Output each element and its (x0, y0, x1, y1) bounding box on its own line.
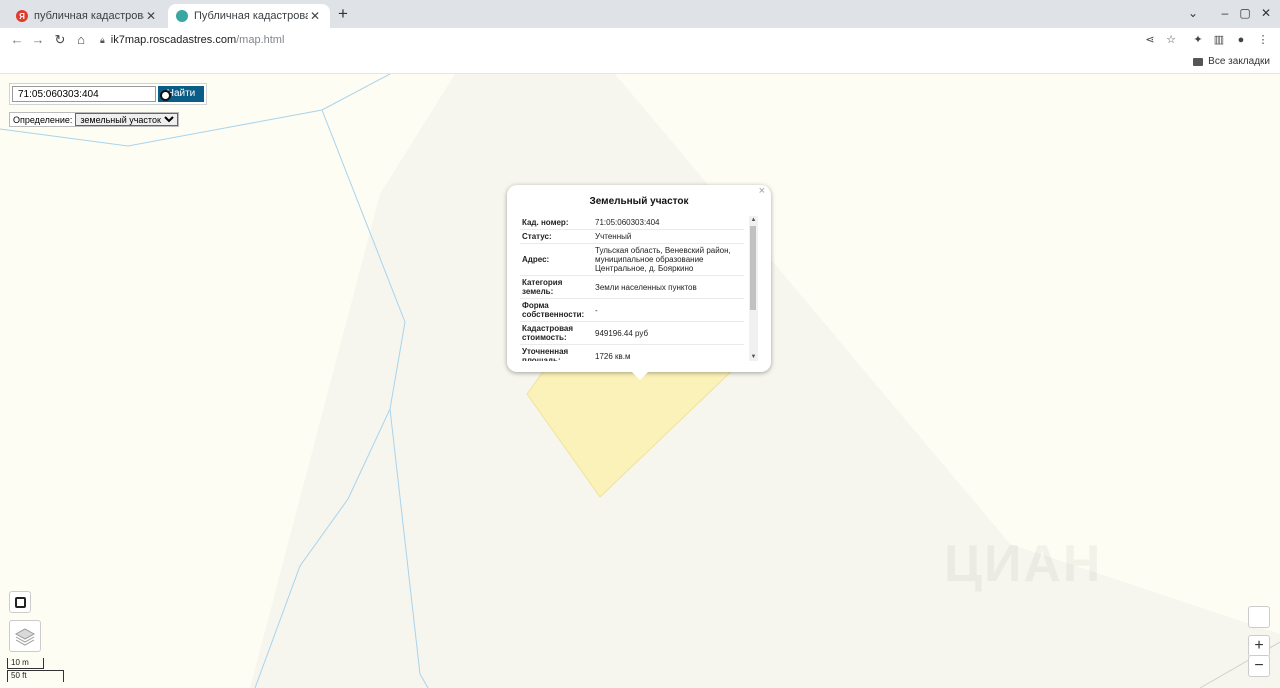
folder-icon (1193, 57, 1204, 66)
minimize-icon[interactable]: – (1215, 4, 1235, 22)
definition-select[interactable]: земельный участок (75, 113, 179, 126)
bookmark-star-icon[interactable]: ☆ (1162, 31, 1180, 49)
url-path: /map.html (236, 34, 285, 46)
scale-bar-metric: 10 m (7, 658, 44, 669)
row-key: Статус: (520, 229, 593, 244)
bookmarks-bar: Все закладки (0, 52, 1280, 74)
row-key: Форма собственности: (520, 298, 593, 322)
scroll-up-icon[interactable]: ▲ (749, 216, 758, 224)
all-bookmarks-button[interactable]: Все закладки (1193, 56, 1270, 67)
cursor-icon (160, 90, 171, 101)
popup-title: Земельный участок (589, 196, 689, 207)
tab-title: публичная кадастровая ка (34, 10, 144, 22)
tab-bar: Я публичная кадастровая ка ✕ Публичная к… (0, 0, 1280, 28)
map-tool-button[interactable] (1248, 606, 1270, 628)
row-value: Земли населенных пунктов (593, 275, 744, 299)
back-icon[interactable]: ← (8, 31, 26, 49)
popup-pointer (632, 372, 648, 380)
yandex-icon: Я (16, 10, 28, 22)
tab-list-icon[interactable]: ⌄ (1183, 4, 1203, 22)
table-row: Уточненная площадь: 1726 кв.м (520, 344, 744, 361)
row-value: Учтенный (593, 229, 744, 244)
definition-label: Определение: (13, 114, 73, 125)
scroll-down-icon[interactable]: ▼ (749, 353, 758, 361)
map-canvas[interactable]: ЦИАН Найти Определение: земельный участо… (0, 74, 1280, 688)
url-host: ik7map.roscadastres.com (110, 34, 237, 46)
map-layer (0, 74, 1280, 688)
row-key: Кад. номер: (520, 216, 593, 230)
table-row: Кад. номер: 71:05:060303:404 (520, 216, 744, 230)
layers-icon (14, 628, 36, 646)
cadastral-number-input[interactable] (12, 86, 156, 102)
table-row: Кадастровая стоимость: 949196.44 руб (520, 321, 744, 345)
row-key: Категория земель: (520, 275, 593, 299)
close-window-icon[interactable]: ✕ (1256, 4, 1276, 22)
table-row: Статус: Учтенный (520, 229, 744, 244)
share-icon[interactable]: ⋖ (1141, 31, 1159, 49)
row-value: 1726 кв.м (593, 344, 744, 361)
tab-cadastre[interactable]: Публичная кадастровая ка ✕ (168, 4, 330, 28)
row-value: - (593, 298, 744, 322)
table-row: Адрес: Тульская область, Веневский район,… (520, 243, 744, 276)
scale-bar-imperial: 50 ft (7, 670, 64, 682)
maximize-icon[interactable]: ▢ (1235, 4, 1255, 22)
layers-button[interactable] (9, 620, 41, 652)
parcel-info-table: Кад. номер: 71:05:060303:404 Статус: Учтен… (520, 216, 744, 361)
scrollbar-thumb[interactable] (750, 226, 756, 310)
tab-title: Публичная кадастровая ка (194, 10, 308, 22)
frame-icon (15, 597, 26, 608)
row-value: 949196.44 руб (593, 321, 744, 345)
row-key: Уточненная площадь: (520, 344, 593, 361)
tab-close-icon[interactable]: ✕ (308, 9, 322, 23)
home-icon[interactable]: ⌂ (72, 31, 90, 49)
row-key: Кадастровая стоимость: (520, 321, 593, 345)
profile-icon[interactable]: ● (1232, 31, 1250, 49)
parcel-info-popup: × Земельный участок Кад. номер: 71:05:060… (507, 185, 771, 380)
table-row: Категория земель: Земли населенных пункто… (520, 275, 744, 299)
fullscreen-button[interactable] (9, 591, 31, 613)
zoom-in-button[interactable]: + (1248, 635, 1270, 657)
row-value: Тульская область, Веневский район, муниц… (593, 243, 744, 276)
row-value: 71:05:060303:404 (593, 216, 744, 230)
popup-scrollbar[interactable]: ▲ ▼ (749, 216, 758, 361)
reload-icon[interactable]: ↻ (51, 31, 69, 49)
watermark: ЦИАН (944, 534, 1102, 594)
popup-scroll-area[interactable]: Кад. номер: 71:05:060303:404 Статус: Учтен… (520, 216, 758, 361)
extensions-icon[interactable]: ✦ (1189, 31, 1207, 49)
search-panel: Найти (9, 83, 207, 105)
definition-row: Определение: земельный участок (9, 112, 180, 127)
new-tab-button[interactable]: + (334, 5, 352, 23)
side-panel-icon[interactable]: ▥ (1210, 31, 1228, 49)
browser-toolbar: ← → ↻ ⌂ 🔒︎ ik7map.roscadastres.com/map.h… (0, 28, 1280, 52)
area-shade (250, 74, 1280, 688)
tab-close-icon[interactable]: ✕ (144, 9, 158, 23)
menu-icon[interactable]: ⋮ (1254, 31, 1272, 49)
row-key: Адрес: (520, 243, 593, 276)
site-icon (176, 10, 188, 22)
address-bar[interactable]: 🔒︎ ik7map.roscadastres.com/map.html (100, 30, 1130, 50)
tab-yandex[interactable]: Я публичная кадастровая ка ✕ (8, 4, 166, 28)
zoom-out-button[interactable]: − (1248, 655, 1270, 677)
site-info-icon[interactable]: 🔒︎ (100, 30, 105, 50)
table-row: Форма собственности: - (520, 298, 744, 322)
all-bookmarks-label: Все закладки (1208, 56, 1270, 67)
forward-icon[interactable]: → (29, 31, 47, 49)
